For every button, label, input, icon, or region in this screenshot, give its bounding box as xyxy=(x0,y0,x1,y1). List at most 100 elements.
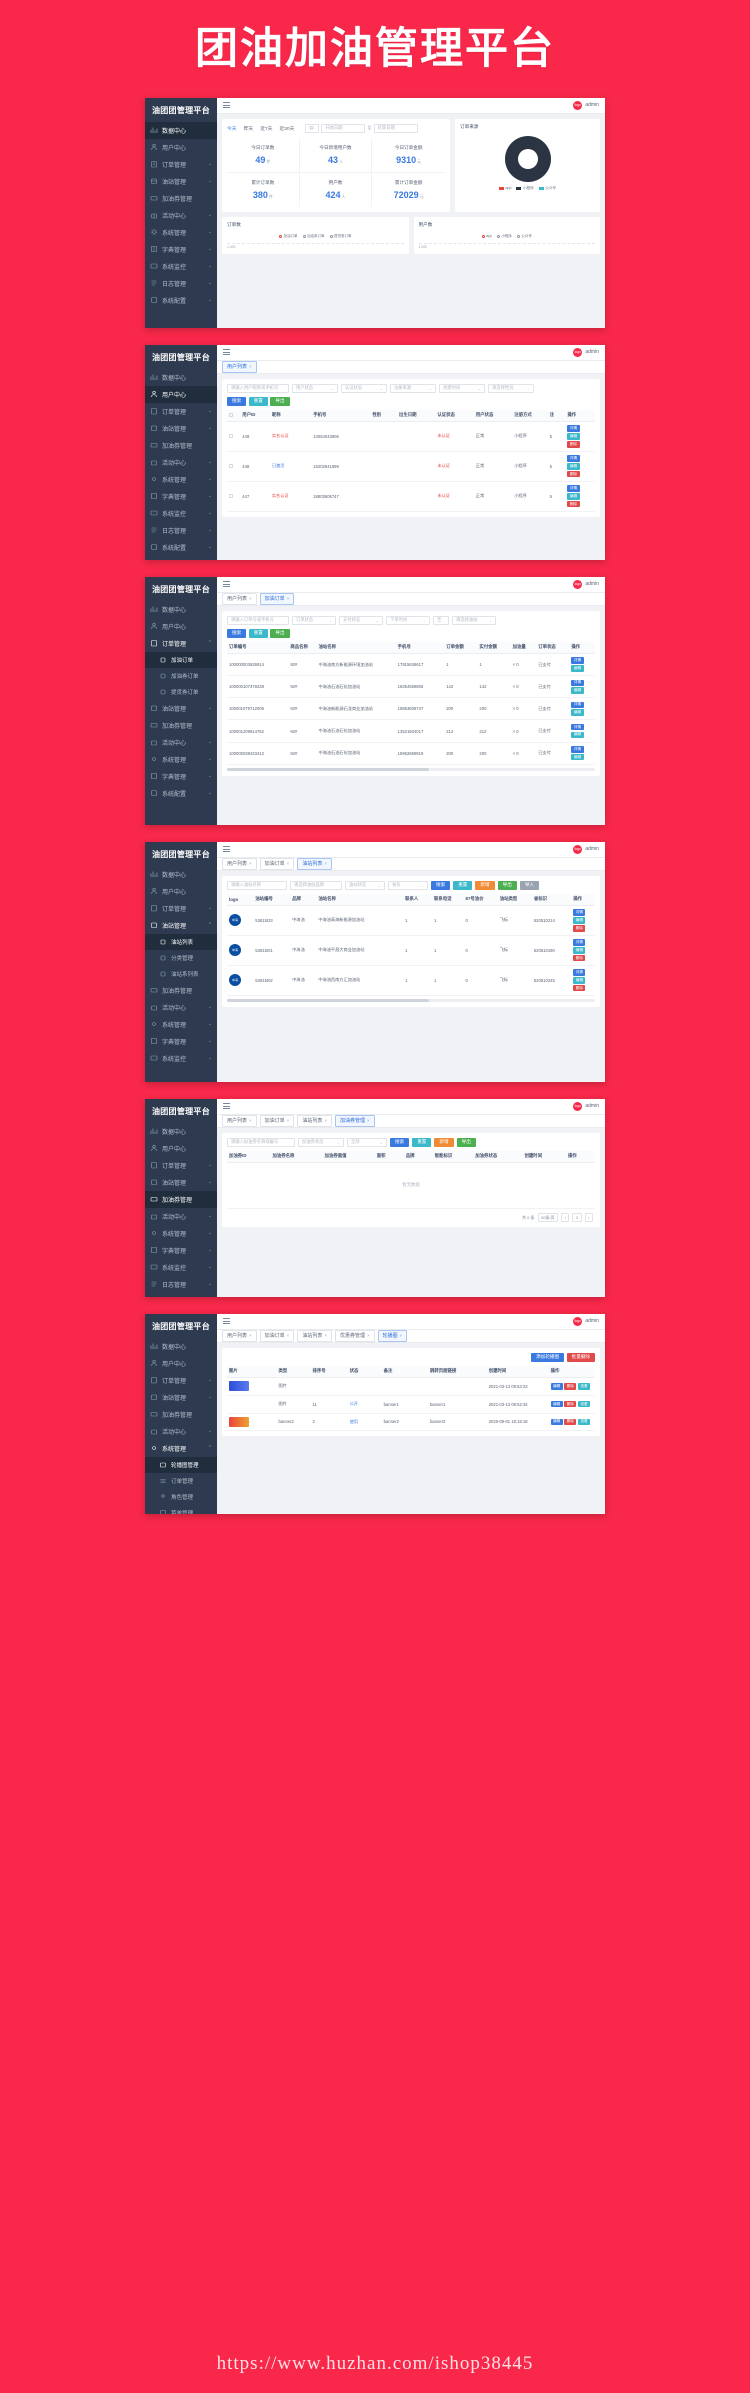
coupon-status-select[interactable]: 加油券状态 xyxy=(298,1137,344,1147)
sidebar-item-activity-center[interactable]: 活动中心 ⌄ xyxy=(145,1208,217,1225)
reset-button[interactable]: 重置 xyxy=(248,628,268,638)
close-icon[interactable]: × xyxy=(249,861,252,866)
tab-yesterday[interactable]: 昨天 xyxy=(244,125,254,132)
sidebar-item-ticket-mgmt[interactable]: 加油券管理 xyxy=(145,190,217,207)
sidebar-item-activity-center[interactable]: 活动中心 ⌄ xyxy=(145,1423,217,1440)
tab-user-list[interactable]: 用户列表 × xyxy=(222,1114,257,1127)
table-row[interactable]: 449 实名认证 13054043906 未认证 正常 小程序 5 详情 编辑 … xyxy=(227,421,595,452)
avatar[interactable]: logo xyxy=(573,1101,583,1111)
horizontal-scrollbar[interactable] xyxy=(227,767,595,771)
delete-button[interactable]: 删除 xyxy=(564,1383,577,1390)
search-input[interactable]: 请输入订单号或手机号 xyxy=(227,615,289,625)
delete-button[interactable]: 删除 xyxy=(567,470,580,478)
table-row[interactable]: 中海 53915I01 中海油 中海油平昌大商业加油站 1 1 0 飞标 520… xyxy=(227,935,595,966)
sidebar-item-system-mgmt[interactable]: 系统管理 ⌄ xyxy=(145,751,217,768)
sidebar-item-ticket-mgmt[interactable]: 加油券管理 xyxy=(145,1190,217,1208)
sidebar-item-dict-mgmt[interactable]: 字典管理 ⌄ xyxy=(145,1033,217,1050)
tab-refuel-orders[interactable]: 加油订单 × xyxy=(259,1329,295,1342)
table-row[interactable]: 100001209914762 92# 中海油石油石化加油站 135216040… xyxy=(227,719,595,743)
hamburger-icon[interactable] xyxy=(223,1102,230,1111)
sidebar-item-system-config[interactable]: 系统配置⌄ xyxy=(145,785,217,802)
sidebar-item-activity-center[interactable]: 活动中心 ⌄ xyxy=(145,734,217,751)
tab-user-list[interactable]: 用户列表 × xyxy=(222,360,257,373)
edit-button[interactable]: 编辑 xyxy=(550,1383,563,1390)
sidebar-sub-station-list[interactable]: 油站列表 xyxy=(145,933,217,950)
edit-button[interactable]: 编辑 xyxy=(571,687,584,694)
sidebar-item-system-monitor[interactable]: 系统监控 ⌄ xyxy=(145,258,217,275)
detail-button[interactable]: 详情 xyxy=(573,909,586,916)
sidebar-item-activity-center[interactable]: 活动中心 ⌄ xyxy=(145,454,217,471)
search-button[interactable]: 搜索 xyxy=(227,396,247,406)
legend-item[interactable]: 公众号 xyxy=(516,234,532,239)
close-icon[interactable]: × xyxy=(249,1118,252,1123)
sidebar-item-data-center[interactable]: 数据中心 xyxy=(145,1123,217,1140)
avatar[interactable]: logo xyxy=(573,347,583,357)
table-row[interactable]: 100000003636914 92# 中海油南方新能源环境加油站 179156… xyxy=(227,653,595,677)
all-select[interactable]: 全部 xyxy=(347,1137,387,1147)
edit-button[interactable]: 编辑 xyxy=(567,463,580,470)
table-row[interactable]: 图片 11 公开 banner1 banner1 2021-03-13 09:5… xyxy=(227,1395,595,1414)
detail-button[interactable]: 详情 xyxy=(571,657,584,664)
sidebar-item-system-monitor[interactable]: 系统监控 ⌄ xyxy=(145,505,217,522)
legend-item[interactable]: app xyxy=(481,234,492,239)
sidebar-item-user-center[interactable]: 用户中心 xyxy=(145,1355,217,1372)
delete-button[interactable]: 删除 xyxy=(573,984,586,992)
hamburger-icon[interactable] xyxy=(223,845,230,854)
legend-item[interactable]: 加油券订单 xyxy=(302,234,325,239)
sidebar-item-station-mgmt[interactable]: 油站管理 ⌄ xyxy=(145,173,217,190)
edit-button[interactable]: 编辑 xyxy=(571,709,584,717)
sidebar-sub-role-mgmt[interactable]: 角色管理 xyxy=(145,1489,217,1505)
horizontal-scrollbar[interactable] xyxy=(227,998,595,1002)
edit-button[interactable]: 编辑 xyxy=(567,493,580,500)
tab-7days[interactable]: 近7天 xyxy=(260,125,272,132)
create-time-select[interactable]: 创建时间 xyxy=(439,383,485,393)
edit-button[interactable]: 编辑 xyxy=(573,947,586,954)
sidebar-item-ticket-mgmt[interactable]: 加油券管理 xyxy=(145,982,217,999)
tab-station-list[interactable]: 油站列表 × xyxy=(297,857,332,870)
search-button[interactable]: 搜索 xyxy=(227,628,247,638)
sidebar-item-log-mgmt[interactable]: 日志管理 ⌄ xyxy=(145,275,217,292)
avatar[interactable]: logo xyxy=(573,100,583,110)
hamburger-icon[interactable] xyxy=(223,580,230,589)
table-row[interactable]: 448 已激活 15202941999 未认证 正常 小程序 5 详情 编辑 删… xyxy=(227,451,595,482)
row-checkbox[interactable] xyxy=(229,433,233,438)
next-page-button[interactable]: › xyxy=(584,1213,593,1222)
detail-button[interactable]: 详情 xyxy=(567,455,580,462)
sidebar-item-dict-mgmt[interactable]: 字典管理 ⌄ xyxy=(145,768,217,785)
close-icon[interactable]: × xyxy=(367,1333,370,1338)
tab-user-list[interactable]: 用户列表 × xyxy=(222,592,257,605)
table-row[interactable]: 图片 2021-03-13 09:53:23 编辑 删除 查看 xyxy=(227,1377,595,1396)
sidebar-item-system-monitor[interactable]: 系统监控 ⌄ xyxy=(145,1259,217,1276)
page-size-select[interactable]: 20条/页 xyxy=(537,1212,559,1223)
sidebar-item-user-center[interactable]: 用户中心 xyxy=(145,883,217,900)
sidebar-item-ticket-mgmt[interactable]: 加油券管理 xyxy=(145,717,217,734)
pay-status-select[interactable]: 支付状态 xyxy=(339,615,383,625)
close-icon[interactable]: × xyxy=(249,364,252,369)
hamburger-icon[interactable] xyxy=(223,1317,230,1326)
reset-button[interactable]: 重置 xyxy=(248,396,268,406)
table-row[interactable]: 100001079712006 92# 中海油新能源石龙商业加油站 188536… xyxy=(227,697,595,721)
sidebar-item-data-center[interactable]: 数据中心 xyxy=(145,1338,217,1355)
sidebar-item-system-mgmt[interactable]: 系统管理 ⌃ xyxy=(145,1440,217,1457)
sidebar-item-system-mgmt[interactable]: 系统管理 ⌄ xyxy=(145,1225,217,1242)
sidebar-item-order-mgmt[interactable]: 订单管理 ⌄ xyxy=(145,156,217,173)
detail-button[interactable]: 详情 xyxy=(573,969,586,976)
delete-button[interactable]: 删除 xyxy=(573,954,586,962)
legend-item[interactable]: 加油订单 xyxy=(279,234,298,239)
province-select[interactable]: 省份 xyxy=(388,880,428,890)
close-icon[interactable]: × xyxy=(287,861,290,866)
order-time-select[interactable]: 下单时间 xyxy=(386,615,430,625)
calendar-icon[interactable]: ▤ xyxy=(305,123,320,133)
sidebar-item-system-mgmt[interactable]: 系统管理 ⌄ xyxy=(145,224,217,241)
table-row[interactable]: 中海 53915I02 中海油 中海油西南方汇加油站 1 1 0 飞标 5205… xyxy=(227,965,595,996)
table-row[interactable]: 中海 53615I23 中海油 中海油高海新能源加油站 1 1 0 飞标 520… xyxy=(227,905,595,936)
sidebar-item-system-config[interactable]: 系统配置⌄ xyxy=(145,1293,217,1297)
batch-delete-button[interactable]: 批量删除 xyxy=(566,1352,595,1362)
detail-button[interactable]: 详情 xyxy=(571,745,584,753)
sidebar-item-system-config[interactable]: 系统配置 ⌄ xyxy=(145,292,217,309)
sidebar-item-station-mgmt[interactable]: 油站管理 ⌄ xyxy=(145,700,217,717)
sidebar-item-system-config[interactable]: 系统配置⌄ xyxy=(145,539,217,556)
tab-station-list[interactable]: 油站列表 × xyxy=(297,1114,332,1127)
sidebar-item-station-mgmt[interactable]: 油站管理 ⌄ xyxy=(145,1389,217,1406)
tab-today[interactable]: 今天 xyxy=(227,125,237,132)
